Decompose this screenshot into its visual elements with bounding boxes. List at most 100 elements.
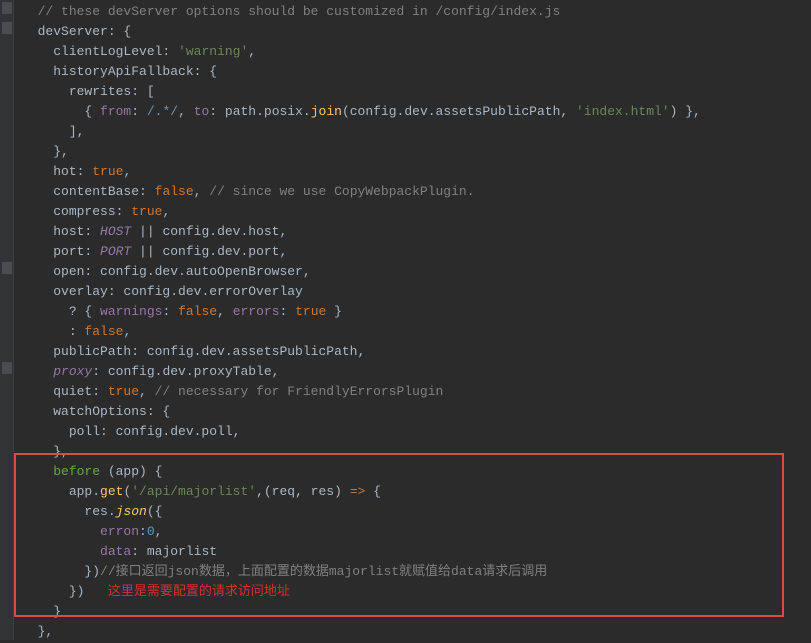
code-line[interactable]: // these devServer options should be cus…: [22, 2, 811, 22]
code-token: true: [295, 304, 326, 319]
code-line[interactable]: ? { warnings: false, errors: true }: [22, 302, 811, 322]
code-token: :: [69, 324, 85, 339]
code-line[interactable]: app.get('/api/majorlist',(req, res) => {: [22, 482, 811, 502]
code-token: publicPath: config.dev.assetsPublicPath,: [53, 344, 365, 359]
code-line[interactable]: quiet: true, // necessary for FriendlyEr…: [22, 382, 811, 402]
code-token: ,: [162, 204, 170, 219]
code-token: :: [139, 524, 147, 539]
code-line[interactable]: poll: config.dev.poll,: [22, 422, 811, 442]
code-token: warnings: [100, 304, 162, 319]
code-line[interactable]: before (app) {: [22, 462, 811, 482]
code-token: }: [326, 304, 342, 319]
code-line[interactable]: watchOptions: {: [22, 402, 811, 422]
code-token: || config.dev.host,: [131, 224, 287, 239]
code-token: /.*/: [147, 104, 178, 119]
code-token: port:: [53, 244, 100, 259]
code-line[interactable]: open: config.dev.autoOpenBrowser,: [22, 262, 811, 282]
code-line[interactable]: },: [22, 442, 811, 462]
code-token: ? {: [69, 304, 100, 319]
code-line[interactable]: rewrites: [: [22, 82, 811, 102]
code-token: overlay: config.dev.errorOverlay: [53, 284, 303, 299]
code-token: || config.dev.port,: [131, 244, 287, 259]
code-token: HOST: [100, 224, 131, 239]
code-token: get: [100, 484, 123, 499]
code-editor-body[interactable]: // these devServer options should be cus…: [0, 0, 811, 643]
code-line[interactable]: }) 这里是需要配置的请求访问地址: [22, 582, 811, 602]
code-line[interactable]: proxy: config.dev.proxyTable,: [22, 362, 811, 382]
code-line[interactable]: historyApiFallback: {: [22, 62, 811, 82]
code-line[interactable]: }: [22, 602, 811, 622]
code-token: ,: [123, 164, 131, 179]
code-token: ,(req, res): [256, 484, 350, 499]
code-line[interactable]: { from: /.*/, to: path.posix.join(config…: [22, 102, 811, 122]
code-line[interactable]: clientLogLevel: 'warning',: [22, 42, 811, 62]
code-token: from: [100, 104, 131, 119]
code-token: {: [365, 484, 381, 499]
code-token: false: [178, 304, 217, 319]
code-token: ],: [69, 124, 85, 139]
code-token: : config.dev.proxyTable,: [92, 364, 279, 379]
code-token: proxy: [53, 364, 92, 379]
code-line[interactable]: hot: true,: [22, 162, 811, 182]
code-token: 这里是需要配置的请求访问地址: [84, 584, 289, 599]
gutter-mark: [2, 22, 12, 34]
code-token: :: [162, 304, 178, 319]
code-token: hot:: [53, 164, 92, 179]
code-line[interactable]: data: majorlist: [22, 542, 811, 562]
code-token: },: [38, 624, 54, 639]
code-line[interactable]: devServer: {: [22, 22, 811, 42]
code-token: false: [155, 184, 194, 199]
code-token: =>: [350, 484, 366, 499]
code-token: res.: [84, 504, 115, 519]
code-token: data: [100, 544, 131, 559]
code-token: compress:: [53, 204, 131, 219]
code-token: :: [131, 104, 147, 119]
code-token: false: [84, 324, 123, 339]
code-token: true: [92, 164, 123, 179]
code-token: app.: [69, 484, 100, 499]
code-token: }: [53, 604, 61, 619]
code-line[interactable]: compress: true,: [22, 202, 811, 222]
code-token: true: [131, 204, 162, 219]
editor-gutter: [0, 0, 14, 640]
code-token: },: [53, 144, 69, 159]
code-token: '/api/majorlist': [131, 484, 256, 499]
gutter-mark: [2, 2, 12, 14]
code-line[interactable]: publicPath: config.dev.assetsPublicPath,: [22, 342, 811, 362]
code-token: : majorlist: [131, 544, 217, 559]
code-line[interactable]: contentBase: false, // since we use Copy…: [22, 182, 811, 202]
code-line[interactable]: erron:0,: [22, 522, 811, 542]
code-token: 'warning': [178, 44, 248, 59]
code-token: ,: [123, 324, 131, 339]
code-token: contentBase:: [53, 184, 154, 199]
code-token: }): [69, 584, 85, 599]
code-line[interactable]: })//接口返回json数据，上面配置的数据majorlist就赋值给data请…: [22, 562, 811, 582]
code-line[interactable]: host: HOST || config.dev.host,: [22, 222, 811, 242]
code-token: to: [194, 104, 210, 119]
code-token: PORT: [100, 244, 131, 259]
code-line[interactable]: ],: [22, 122, 811, 142]
code-token: ,: [155, 524, 163, 539]
code-line[interactable]: },: [22, 622, 811, 642]
code-token: ,: [217, 304, 233, 319]
code-token: ({: [147, 504, 163, 519]
code-token: true: [108, 384, 139, 399]
code-token: clientLogLevel:: [53, 44, 178, 59]
gutter-mark: [2, 362, 12, 374]
code-token: ,: [139, 384, 155, 399]
code-token: (config.dev.assetsPublicPath,: [342, 104, 576, 119]
code-line[interactable]: },: [22, 142, 811, 162]
code-line[interactable]: overlay: config.dev.errorOverlay: [22, 282, 811, 302]
code-token: json: [116, 504, 147, 519]
code-token: // necessary for FriendlyErrorsPlugin: [155, 384, 444, 399]
code-token: :: [280, 304, 296, 319]
code-line[interactable]: res.json({: [22, 502, 811, 522]
code-line[interactable]: port: PORT || config.dev.port,: [22, 242, 811, 262]
code-token: 'index.html': [576, 104, 670, 119]
code-token: // since we use CopyWebpackPlugin.: [209, 184, 474, 199]
code-token: poll: config.dev.poll,: [69, 424, 241, 439]
code-line[interactable]: : false,: [22, 322, 811, 342]
code-token: },: [53, 444, 69, 459]
code-token: ) },: [670, 104, 701, 119]
code-token: host:: [53, 224, 100, 239]
